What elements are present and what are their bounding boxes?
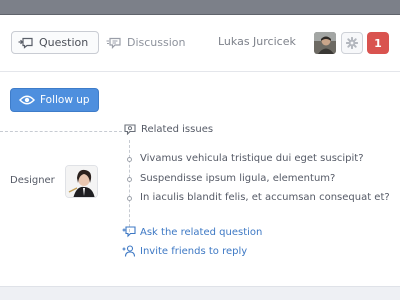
gear-icon <box>346 37 358 49</box>
issue-bullet <box>127 196 132 201</box>
ask-related-question-label: Ask the related question <box>140 226 263 238</box>
ask-related-question-link[interactable]: Ask the related question <box>122 226 262 238</box>
designer-avatar[interactable] <box>65 165 98 198</box>
related-issues-icon <box>124 124 136 135</box>
related-issue-2[interactable]: Suspendisse ipsum ligula, elementum? <box>140 173 335 184</box>
window-top-bar <box>0 0 400 15</box>
invite-friends-label: Invite friends to reply <box>140 245 248 257</box>
thread-divider <box>0 131 122 132</box>
card-header: Question Discussion Lukas Jurcicek 1 <box>0 15 400 72</box>
question-icon <box>18 37 33 49</box>
add-question-icon <box>122 226 136 238</box>
issue-bullet <box>127 157 132 162</box>
related-issue-1[interactable]: Vivamus vehicula tristique dui eget susc… <box>140 153 364 164</box>
follow-up-label: Follow up <box>40 94 90 106</box>
issue-bullet <box>127 177 132 182</box>
next-card-edge <box>0 286 400 300</box>
tab-discussion-label: Discussion <box>127 36 186 49</box>
notification-badge[interactable]: 1 <box>367 32 389 54</box>
tab-discussion[interactable]: Discussion <box>104 31 194 54</box>
related-issue-3[interactable]: In iaculis blandit felis, et accumsan co… <box>140 192 390 203</box>
add-user-icon <box>122 245 136 257</box>
settings-button[interactable] <box>341 32 363 54</box>
tab-question[interactable]: Question <box>11 31 99 54</box>
role-label: Designer <box>10 175 55 186</box>
user-name[interactable]: Lukas Jurcicek <box>218 35 310 48</box>
invite-friends-link[interactable]: Invite friends to reply <box>122 245 247 257</box>
related-issues-label: Related issues <box>141 124 214 135</box>
user-avatar[interactable] <box>314 32 336 54</box>
eye-icon <box>19 95 35 105</box>
discussion-icon <box>106 37 121 49</box>
follow-up-button[interactable]: Follow up <box>10 88 99 112</box>
thread-line <box>129 140 130 232</box>
related-issues-heading: Related issues <box>124 124 213 135</box>
tab-question-label: Question <box>39 36 89 49</box>
